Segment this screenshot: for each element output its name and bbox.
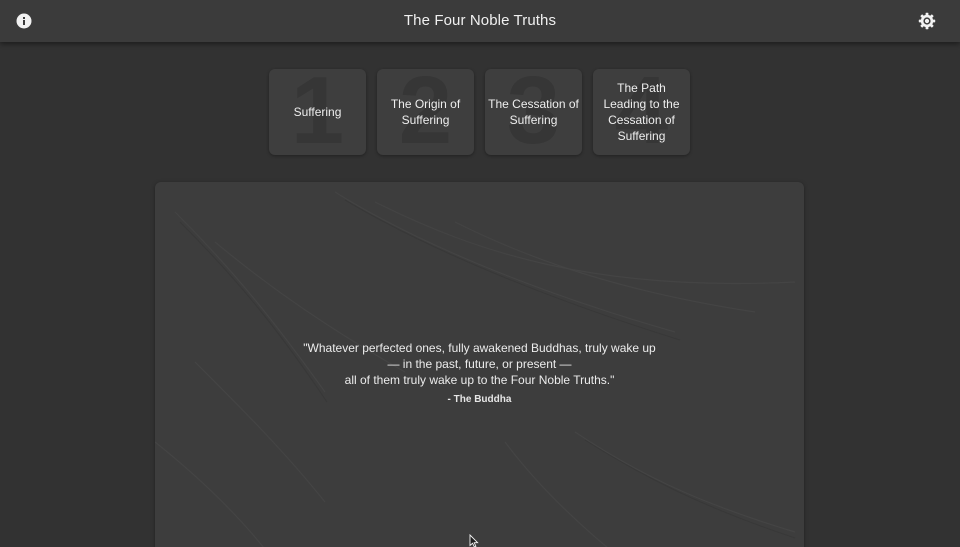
quote-panel: "Whatever perfected ones, fully awakened… (155, 182, 804, 547)
truth-card-1[interactable]: 1 Suffering (269, 69, 366, 155)
truth-label: The Origin of Suffering (390, 97, 461, 127)
truth-label: The Cessation of Suffering (488, 97, 579, 127)
truth-card-4[interactable]: 4 The Path Leading to the Cessation of S… (593, 69, 690, 155)
app-window: The Four Noble Truths 1 Suffering 2 The … (0, 0, 960, 547)
truth-card-3[interactable]: 3 The Cessation of Suffering (485, 69, 582, 155)
quote-text: "Whatever perfected ones, fully awakened… (155, 340, 804, 388)
quote-line: all of them truly wake up to the Four No… (344, 373, 615, 387)
quote-line: — in the past, future, or present — (387, 357, 572, 371)
truth-label: The Path Leading to the Cessation of Suf… (603, 81, 680, 143)
quote-author: - The Buddha (447, 394, 512, 405)
top-app-bar: The Four Noble Truths (0, 0, 960, 42)
truth-cards-row: 1 Suffering 2 The Origin of Suffering 3 … (269, 69, 690, 155)
truth-card-2[interactable]: 2 The Origin of Suffering (377, 69, 474, 155)
truth-label: Suffering (293, 105, 342, 119)
quote-line: "Whatever perfected ones, fully awakened… (303, 341, 656, 355)
settings-button[interactable] (917, 11, 937, 31)
page-title: The Four Noble Truths (403, 12, 557, 29)
gear-icon (918, 12, 936, 30)
mouse-cursor-icon (469, 534, 479, 547)
